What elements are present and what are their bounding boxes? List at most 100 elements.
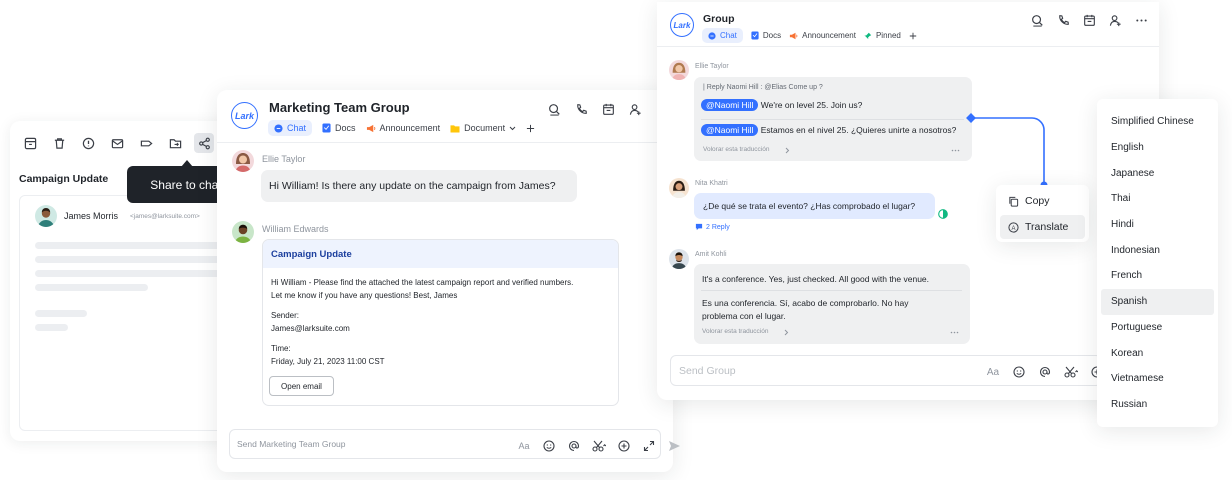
calendar-icon[interactable] [598, 99, 618, 119]
chat-tabs: Chat Docs Announcement Document [268, 120, 535, 136]
phone-icon[interactable] [571, 99, 591, 119]
language-option[interactable]: Vietnamese [1101, 366, 1214, 392]
tab-chat[interactable]: Chat [702, 28, 743, 43]
move-folder-icon[interactable] [165, 133, 185, 153]
connector-line [966, 113, 1048, 189]
sender-name: Ellie Taylor [262, 154, 306, 164]
chat-bubble-icon [708, 31, 716, 40]
message-bubble[interactable]: | Reply Naomi Hill : @Elias Come up ? @N… [694, 77, 972, 161]
message-input-box[interactable]: Send Marketing Team Group Aa [229, 429, 680, 459]
translate-menu-item[interactable]: A Translate [1000, 215, 1085, 239]
message-text: Hi William! Is there any update on the c… [269, 180, 556, 192]
trash-icon[interactable] [49, 133, 69, 153]
copy-icon [1009, 196, 1019, 207]
language-option[interactable]: Hindi [1101, 212, 1214, 238]
mark-read-icon[interactable] [107, 133, 127, 153]
language-option[interactable]: Japanese [1101, 160, 1214, 186]
avatar-amit-kohli [669, 249, 689, 269]
language-option[interactable]: English [1101, 135, 1214, 161]
search-icon[interactable] [544, 99, 564, 119]
mail-body-card: James Morris <james@larksuite.com> [19, 195, 233, 431]
language-option[interactable]: Indonesian [1101, 237, 1214, 263]
message-bubble[interactable]: ¿De qué se trata el evento? ¿Has comprob… [694, 193, 935, 219]
language-option[interactable]: Russian [1101, 392, 1214, 418]
tab-announcement[interactable]: Announcement [366, 123, 440, 133]
chevron-right-icon [785, 147, 790, 154]
input-actions: Aa [514, 436, 684, 456]
emoji-icon[interactable] [1009, 362, 1029, 382]
chat-header-actions [1027, 10, 1151, 30]
expand-icon[interactable] [639, 436, 659, 456]
content-placeholder-line [35, 284, 148, 291]
tab-document[interactable]: Document [450, 123, 516, 133]
translate-feedback-link[interactable]: Volorar esta traducción [702, 328, 768, 335]
mention-tag[interactable]: @Naomi Hill [701, 99, 759, 111]
text-format-icon[interactable]: Aa [514, 436, 534, 456]
text-format-icon[interactable]: Aa [983, 362, 1003, 382]
translate-feedback-link[interactable]: Volorar esta traducción [703, 146, 769, 153]
svg-text:A: A [1012, 225, 1016, 231]
calendar-icon[interactable] [1079, 10, 1099, 30]
message-input-box[interactable]: Send Group Aa [670, 355, 1103, 386]
message-input-placeholder: Send Group [679, 365, 736, 377]
phone-icon[interactable] [1053, 10, 1073, 30]
card-header: Campaign Update [263, 240, 618, 268]
add-member-icon[interactable] [1105, 10, 1125, 30]
content-placeholder-line [35, 270, 220, 277]
message-text-es: @Naomi Hill Estamos en el nivel 25. ¿Qui… [701, 124, 956, 136]
tab-docs[interactable]: Docs [751, 31, 781, 40]
alert-icon[interactable] [78, 133, 98, 153]
avatar-ellie-taylor [669, 60, 689, 80]
more-icon[interactable] [1131, 10, 1151, 30]
translation-divider [701, 119, 964, 120]
add-tab-button[interactable] [909, 32, 917, 40]
language-option[interactable]: Thai [1101, 186, 1214, 212]
chat-bubble-icon [274, 123, 283, 133]
language-option[interactable]: Portuguese [1101, 315, 1214, 341]
tab-chat[interactable]: Chat [268, 120, 313, 136]
campaign-message-card[interactable]: Campaign Update Hi William - Please find… [262, 239, 619, 406]
mention-icon[interactable] [564, 436, 584, 456]
language-option[interactable]: Korean [1101, 340, 1214, 366]
content-placeholder-line [35, 310, 87, 317]
open-email-button[interactable]: Open email [269, 376, 334, 396]
share-icon[interactable] [194, 133, 214, 153]
language-list: Simplified Chinese English Japanese Thai Hin… [1101, 109, 1214, 417]
mail-subject: Campaign Update [19, 173, 109, 185]
screenshot-icon[interactable] [589, 436, 609, 456]
card-title: Campaign Update [271, 248, 352, 260]
language-option[interactable]: Simplified Chinese [1101, 109, 1214, 135]
send-icon[interactable] [664, 436, 684, 456]
chat-title: Group [703, 13, 735, 25]
message-text-es-line: Es una conferencia. Sí, acabo de comprob… [702, 298, 909, 308]
tab-announcement[interactable]: Announcement [789, 31, 856, 40]
language-option[interactable]: French [1101, 263, 1214, 289]
megaphone-icon [790, 32, 798, 39]
mention-icon[interactable] [1035, 362, 1055, 382]
mention-tag[interactable]: @Naomi Hill [701, 124, 759, 136]
message-bubble[interactable]: Hi William! Is there any update on the c… [261, 170, 577, 202]
add-tab-button[interactable] [526, 124, 535, 133]
copy-menu-item[interactable]: Copy [1000, 189, 1085, 213]
emoji-icon[interactable] [539, 436, 559, 456]
tab-pinned[interactable]: Pinned [864, 31, 901, 40]
label-icon[interactable] [136, 133, 156, 153]
search-icon[interactable] [1027, 10, 1047, 30]
chevron-down-icon [509, 126, 516, 130]
add-member-icon[interactable] [625, 99, 645, 119]
tooltip-label: Share to chat [150, 177, 222, 192]
screenshot-icon[interactable] [1061, 362, 1081, 382]
add-icon[interactable] [614, 436, 634, 456]
mail-sender-email: <james@larksuite.com> [130, 213, 200, 220]
avatar-william-edwards [232, 221, 254, 243]
card-body-line: Hi William - Please find the attached th… [271, 278, 574, 287]
avatar-james-morris [35, 205, 57, 227]
thread-reply-link[interactable]: 2 Reply [695, 223, 730, 231]
plus-icon [527, 124, 535, 132]
message-bubble[interactable]: It's a conference. Yes, just checked. Al… [694, 264, 970, 344]
tab-docs[interactable]: Docs [322, 123, 356, 133]
mail-toolbar [20, 133, 243, 153]
archive-icon[interactable] [20, 133, 40, 153]
chevron-right-icon [784, 329, 789, 336]
language-option[interactable]: Spanish [1101, 288, 1214, 315]
